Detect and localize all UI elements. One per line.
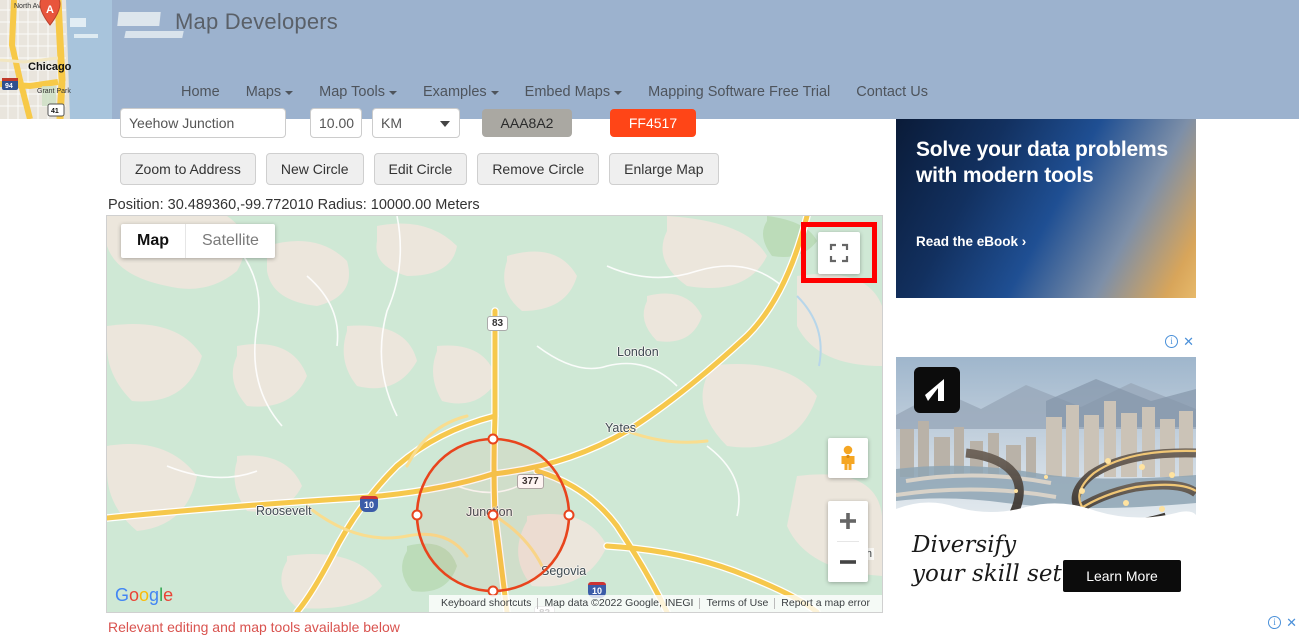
chevron-down-icon: [491, 91, 499, 95]
radius-input[interactable]: 10.00: [310, 108, 362, 138]
fullscreen-button-highlight: [801, 222, 877, 283]
unit-select[interactable]: KM: [372, 108, 460, 138]
nav-label: Embed Maps: [525, 84, 610, 100]
site-header: North Ave Chicago Grant Park 94 41 A Map…: [0, 0, 1299, 119]
map-tiles: [107, 216, 882, 612]
nav-item-contact-us[interactable]: Contact Us: [843, 84, 941, 100]
map-attribution-bar: Keyboard shortcuts Map data ©2022 Google…: [429, 595, 882, 612]
minus-icon: [839, 553, 857, 571]
map-place-label: Yates: [605, 421, 636, 435]
map-type-button-map[interactable]: Map: [121, 224, 185, 258]
ad-script-line-2: your skill set: [912, 560, 1062, 589]
circle-action-buttons: Zoom to Address New Circle Edit Circle R…: [120, 153, 719, 185]
circle-form-row: Yeehow Junction 10.00 KM AAA8A2 FF4517: [120, 108, 696, 138]
brand-mark-icon: [922, 375, 952, 405]
fullscreen-button[interactable]: [818, 232, 860, 274]
stroke-color-swatch-button[interactable]: FF4517: [610, 109, 696, 137]
enlarge-map-button[interactable]: Enlarge Map: [609, 153, 718, 185]
route-shield: 83: [487, 316, 508, 331]
svg-text:Grant Park: Grant Park: [37, 88, 71, 95]
plus-icon: [839, 512, 857, 530]
map-type-button-satellite[interactable]: Satellite: [186, 224, 275, 258]
fullscreen-icon: [829, 243, 849, 263]
route-shield: 377: [517, 474, 544, 489]
ad-controls-bottom: i ✕: [1268, 616, 1297, 629]
close-icon[interactable]: ✕: [1183, 335, 1194, 348]
nav-item-maps[interactable]: Maps: [233, 84, 306, 100]
fill-color-swatch-button[interactable]: AAA8A2: [482, 109, 572, 137]
google-map[interactable]: London Yates Roosevelt Junction Segovia …: [106, 215, 883, 613]
nav-item-examples[interactable]: Examples: [410, 84, 512, 100]
map-place-label: Roosevelt: [256, 504, 312, 518]
circle-handle-north[interactable]: [488, 434, 499, 445]
new-circle-button[interactable]: New Circle: [266, 153, 364, 185]
ad-controls: i ✕: [1165, 335, 1194, 348]
nav-label: Contact Us: [856, 84, 928, 100]
terms-of-use-link[interactable]: Terms of Use: [700, 595, 774, 612]
sidebar-ads: Solve your data problems with modern too…: [896, 119, 1299, 627]
adchoices-info-icon[interactable]: i: [1268, 616, 1281, 629]
nav-label: Mapping Software Free Trial: [648, 84, 830, 100]
report-map-error-link[interactable]: Report a map error: [775, 595, 876, 612]
circle-handle-west[interactable]: [412, 510, 423, 521]
chicago-map-graphic: North Ave Chicago Grant Park 94 41 A: [0, 0, 112, 119]
interstate-shield: 10: [360, 496, 378, 512]
adchoices-info-icon[interactable]: i: [1165, 335, 1178, 348]
address-input[interactable]: Yeehow Junction: [120, 108, 286, 138]
nav-item-embed-maps[interactable]: Embed Maps: [512, 84, 635, 100]
street-view-pegman-button[interactable]: [828, 438, 868, 478]
map-place-label: London: [617, 345, 659, 359]
main-content: Yeehow Junction 10.00 KM AAA8A2 FF4517 Z…: [0, 119, 890, 627]
zoom-out-button[interactable]: [828, 542, 868, 582]
position-radius-status: Position: 30.489360,-99.772010 Radius: 1…: [108, 197, 480, 213]
nav-item-map-tools[interactable]: Map Tools: [306, 84, 410, 100]
zoom-to-address-button[interactable]: Zoom to Address: [120, 153, 256, 185]
nav-label: Map Tools: [319, 84, 385, 100]
zoom-control: [828, 501, 868, 582]
nav-label: Examples: [423, 84, 487, 100]
advertiser-logo: [914, 367, 960, 413]
ad-headline: Solve your data problems with modern too…: [916, 137, 1196, 190]
edit-circle-button[interactable]: Edit Circle: [374, 153, 468, 185]
nav-label: Home: [181, 84, 220, 100]
zoom-in-button[interactable]: [828, 501, 868, 541]
google-logo-icon: Google: [115, 584, 181, 606]
keyboard-shortcuts-link[interactable]: Keyboard shortcuts: [435, 595, 537, 612]
svg-text:94: 94: [5, 83, 13, 90]
ad-banner-skillset[interactable]: i ✕: [896, 335, 1196, 623]
ad-script-line-1: Diversify: [912, 531, 1062, 560]
ad-script-text: Diversify your skill set: [912, 531, 1062, 589]
svg-text:Google: Google: [115, 585, 173, 605]
ad-cta-link[interactable]: Read the eBook ›: [916, 234, 1026, 249]
nav-item-mapping-software-free-trial[interactable]: Mapping Software Free Trial: [635, 84, 843, 100]
learn-more-button[interactable]: Learn More: [1063, 560, 1181, 592]
svg-text:A: A: [46, 4, 54, 16]
nav-label: Maps: [246, 84, 281, 100]
nav-item-home[interactable]: Home: [168, 84, 233, 100]
chevron-down-icon: [389, 91, 397, 95]
remove-circle-button[interactable]: Remove Circle: [477, 153, 599, 185]
street-view-pegman-icon: [837, 445, 859, 471]
site-title: Map Developers: [175, 9, 338, 35]
map-type-control: Map Satellite: [121, 224, 275, 258]
svg-text:Chicago: Chicago: [28, 61, 72, 73]
svg-text:41: 41: [51, 108, 59, 115]
google-logo: Google: [115, 584, 181, 606]
chevron-down-icon: [614, 91, 622, 95]
below-map-note: Relevant editing and map tools available…: [108, 619, 400, 635]
close-icon[interactable]: ✕: [1286, 616, 1297, 629]
ad-banner-ebook[interactable]: Solve your data problems with modern too…: [896, 119, 1196, 298]
circle-handle-center[interactable]: [488, 510, 499, 521]
circle-handle-east[interactable]: [564, 510, 575, 521]
main-navigation: Home Maps Map Tools Examples Embed Maps …: [168, 84, 941, 100]
map-place-label: Segovia: [541, 564, 586, 578]
map-data-credit: Map data ©2022 Google, INEGI: [538, 595, 699, 612]
unit-select-value: KM: [381, 115, 402, 131]
chevron-down-icon: [440, 121, 450, 127]
chevron-down-icon: [285, 91, 293, 95]
header-decor-shape-1: [117, 12, 160, 26]
site-logo-map-thumbnail[interactable]: North Ave Chicago Grant Park 94 41 A: [0, 0, 112, 119]
